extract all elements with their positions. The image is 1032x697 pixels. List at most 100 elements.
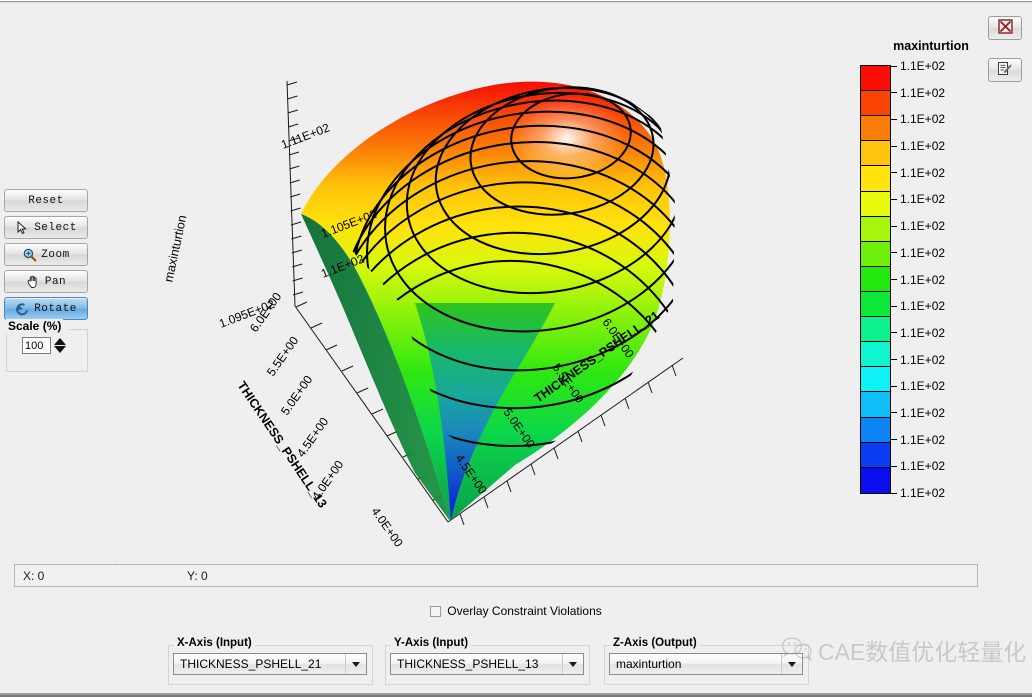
legend-tick-dash [891,359,897,361]
scale-spinner-arrows[interactable] [54,338,66,353]
cursor-icon [15,220,30,235]
scale-stepper[interactable] [22,337,66,354]
legend-tick: 1.1E+02 [891,219,946,234]
legend-tick: 1.1E+02 [891,59,945,73]
z-axis-combobox-value: maxinturtion [616,657,682,671]
z-axis-combobox[interactable]: maxinturtion [609,653,803,675]
close-button[interactable] [988,16,1022,40]
legend-tick-value: 1.1E+02 [900,245,946,260]
legend-tick-value: 1.1E+02 [900,139,946,154]
legend-color-cell [861,317,890,343]
legend-tick-dash [891,412,897,414]
application-window: Reset Select Zoom Pan Rotate Scale (%) 1… [0,0,1032,697]
overlay-constraint-label: Overlay Constraint Violations [447,604,602,618]
edit-note-icon [997,61,1013,79]
spinner-down-icon[interactable] [54,346,66,353]
legend-color-cell [861,116,890,142]
window-bottom-divider [0,692,1032,697]
y-axis-group-title: Y-Axis (Input) [391,637,472,649]
legend-tick-dash [891,492,897,494]
response-surface [301,81,675,522]
legend-tick-value: 1.1E+02 [900,219,946,234]
legend-tick: 1.1E+02 [891,272,946,287]
y-tick-label: 5.0E+00 [278,373,315,418]
legend-tick-value: 1.1E+02 [900,272,946,287]
tool-panel: Reset Select Zoom Pan Rotate Scale (%) 1… [0,3,116,563]
legend-tick: 1.1E+02 [891,245,946,260]
legend-color-cell [861,291,890,318]
reset-button[interactable]: Reset [4,189,88,212]
chevron-down-icon[interactable] [345,654,366,674]
legend-tick-value: 1.1E+02 [900,459,946,474]
rotate-button-label: Rotate [34,302,77,315]
legend-tick: 1.1E+02 [891,299,945,313]
legend-tick-dash [891,252,897,254]
legend-tick: 1.1E+02 [891,86,945,100]
legend-tick-dash [891,305,897,307]
chevron-down-icon[interactable] [781,654,802,674]
legend-tick-value: 1.1E+02 [900,192,946,207]
legend-tick: 1.1E+02 [891,406,945,420]
rotate-icon [15,302,30,316]
legend-color-cell [861,141,890,167]
legend-color-cell [861,191,890,217]
legend-tick-dash [891,92,897,94]
spinner-up-icon[interactable] [54,338,66,345]
legend-color-cell [861,367,890,393]
rotate-button[interactable]: Rotate [4,297,88,320]
legend-color-cell [861,166,890,192]
surface-plot-canvas[interactable]: 1.11E+02 1.105E+02 1.1E+02 1.095E+02 6.0… [115,3,850,560]
legend-tick-value: 1.1E+02 [900,352,946,367]
legend-tick-dash [891,439,897,441]
legend-tick-dash [891,385,897,387]
legend-tick: 1.1E+02 [891,112,946,127]
scale-group: Scale (%) [6,319,88,373]
legend-tick-dash [891,65,897,67]
z-axis-ticks [286,81,304,296]
chevron-down-icon[interactable] [562,654,583,674]
y-axis-combobox-value: THICKNESS_PSHELL_13 [397,657,539,671]
x-tick-label: 4.0E+00 [369,505,406,550]
select-button-label: Select [34,221,77,234]
legend-tick-dash [891,279,897,280]
red-x-icon [997,19,1013,37]
legend-tick-value: 1.1E+02 [900,325,946,340]
legend-color-cell [861,66,890,92]
axis-selector-area: X-Axis (Input) THICKNESS_PSHELL_21 Y-Axi… [0,630,1032,697]
zoom-button[interactable]: Zoom [4,243,88,266]
legend-tick-dash [891,118,897,120]
legend-color-cell [861,216,890,242]
legend-tick: 1.1E+02 [891,352,946,367]
legend-tick-value: 1.1E+02 [900,112,946,127]
legend-tick-dash [891,172,897,174]
status-bar: X: 0 Y: 0 [14,564,978,587]
legend-tick-value: 1.1E+02 [900,379,946,394]
legend-tick-dash [891,198,897,200]
legend-color-cell [861,91,890,117]
legend-tick-dash [891,145,897,147]
legend-tick-value: 1.1E+02 [900,432,946,447]
z-axis-title: maxinturtion [162,214,190,284]
x-axis-combobox[interactable]: THICKNESS_PSHELL_21 [173,653,367,675]
pan-button[interactable]: Pan [4,270,88,293]
y-axis-combobox[interactable]: THICKNESS_PSHELL_13 [390,653,584,675]
magnifier-icon [22,248,37,262]
legend-tick: 1.1E+02 [891,379,946,394]
edit-button[interactable] [988,58,1022,82]
legend-tick: 1.1E+02 [891,192,946,207]
legend-color-bar [860,65,891,494]
select-button[interactable]: Select [4,216,88,239]
overlay-constraint-checkbox[interactable] [430,605,442,617]
legend-tick: 1.1E+02 [891,459,946,474]
legend-tick-labels: 1.1E+02 1.1E+02 1.1E+02 1.1E+02 1.1E+02 1.1E+… [891,59,981,500]
y-tick-label: 4.5E+00 [294,415,331,460]
pan-button-label: Pan [44,275,67,288]
legend-tick: 1.1E+02 [891,139,946,154]
legend-tick: 1.1E+02 [891,432,946,447]
status-x-coordinate: X: 0 [23,568,45,583]
y-tick-label: 5.5E+00 [264,334,301,379]
legend-title: maxinturtion [893,39,969,53]
legend-tick-dash [891,332,897,334]
scale-input[interactable] [22,337,51,354]
legend-color-cell [861,241,890,267]
